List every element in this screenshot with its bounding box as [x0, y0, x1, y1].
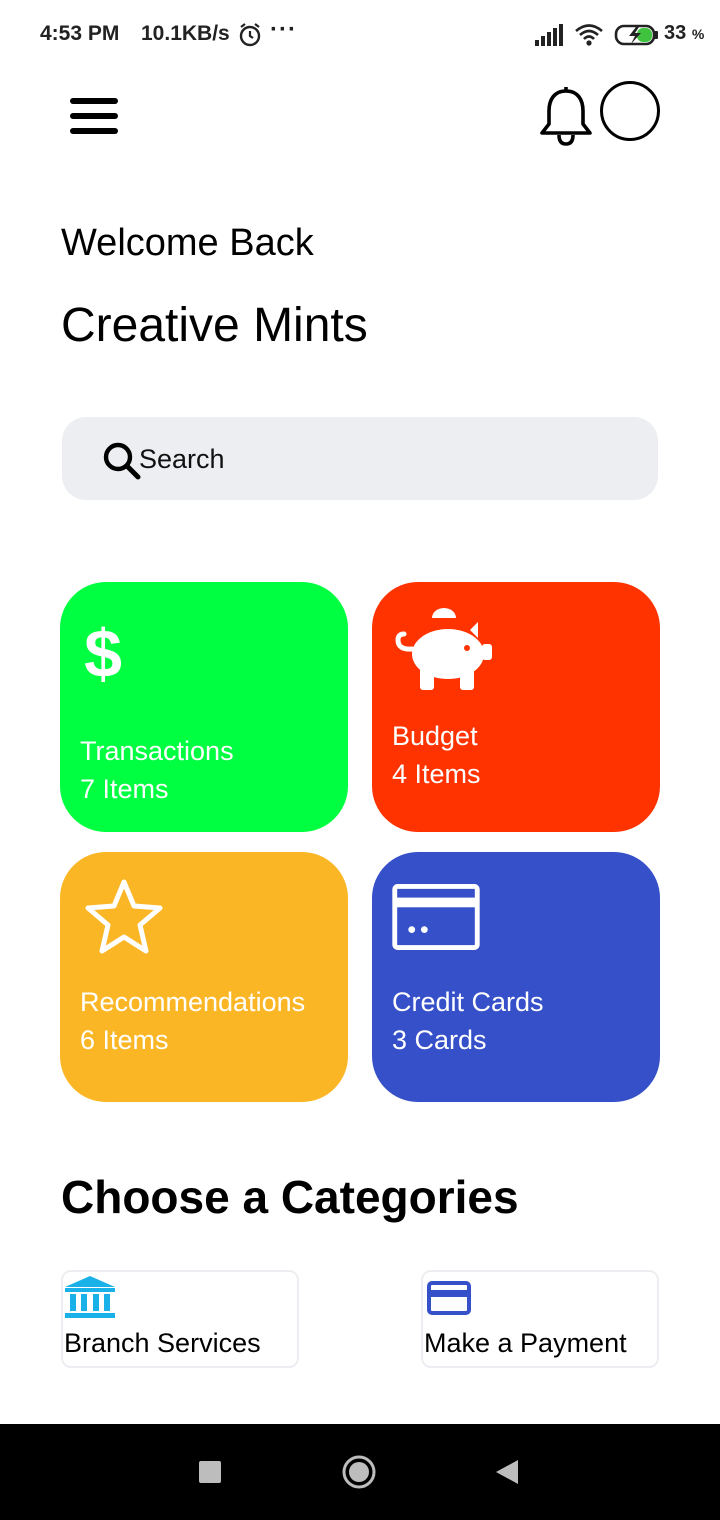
- card-title: Recommendations: [80, 987, 306, 1017]
- battery-icon: [614, 24, 658, 46]
- recent-apps-icon[interactable]: [199, 1461, 221, 1483]
- status-time: 4:53 PM: [40, 22, 120, 45]
- svg-text:$: $: [84, 620, 122, 688]
- bell-icon[interactable]: [538, 86, 594, 148]
- bank-icon: [65, 1276, 115, 1318]
- card-title: Credit Cards: [392, 987, 544, 1017]
- home-icon[interactable]: [341, 1454, 377, 1490]
- card-title: Budget: [392, 721, 478, 751]
- card-recommendations[interactable]: Recommendations 6 Items: [60, 852, 348, 1102]
- card-budget[interactable]: Budget 4 Items: [372, 582, 660, 832]
- signal-icon: [535, 24, 563, 46]
- search-placeholder: Search: [139, 444, 225, 474]
- card-subtitle: 3 Cards: [392, 1025, 487, 1055]
- category-label: Branch Services: [64, 1328, 261, 1358]
- category-make-payment[interactable]: Make a Payment: [421, 1270, 659, 1368]
- card-subtitle: 7 Items: [80, 774, 169, 804]
- search-input[interactable]: Search: [62, 417, 658, 500]
- back-icon[interactable]: [494, 1458, 520, 1486]
- welcome-text: Welcome Back: [61, 222, 314, 264]
- category-branch-services[interactable]: Branch Services: [61, 1270, 299, 1368]
- dollar-icon: $: [84, 620, 122, 688]
- categories-title: Choose a Categories: [61, 1171, 519, 1223]
- credit-card-icon: [427, 1281, 471, 1315]
- category-label: Make a Payment: [424, 1328, 627, 1358]
- avatar[interactable]: [600, 81, 660, 141]
- status-bar: 4:53 PM 10.1KB/s ··· 33 %: [0, 0, 720, 70]
- user-name: Creative Mints: [61, 299, 368, 352]
- search-icon: [103, 442, 141, 480]
- menu-button[interactable]: [66, 96, 120, 136]
- status-network-speed: 10.1KB/s: [141, 22, 230, 45]
- credit-card-icon: [392, 884, 480, 950]
- alarm-icon: [239, 23, 261, 47]
- star-icon: [85, 879, 163, 954]
- card-credit-cards[interactable]: Credit Cards 3 Cards: [372, 852, 660, 1102]
- card-transactions[interactable]: $ Transactions 7 Items: [60, 582, 348, 832]
- status-more-icon: ···: [270, 16, 297, 43]
- piggy-bank-icon: [395, 608, 492, 690]
- system-nav-bar: [0, 1424, 720, 1520]
- card-subtitle: 6 Items: [80, 1025, 169, 1055]
- card-title: Transactions: [80, 736, 234, 766]
- wifi-icon: [575, 24, 603, 46]
- card-subtitle: 4 Items: [392, 759, 481, 789]
- battery-percent: 33 %: [664, 22, 705, 44]
